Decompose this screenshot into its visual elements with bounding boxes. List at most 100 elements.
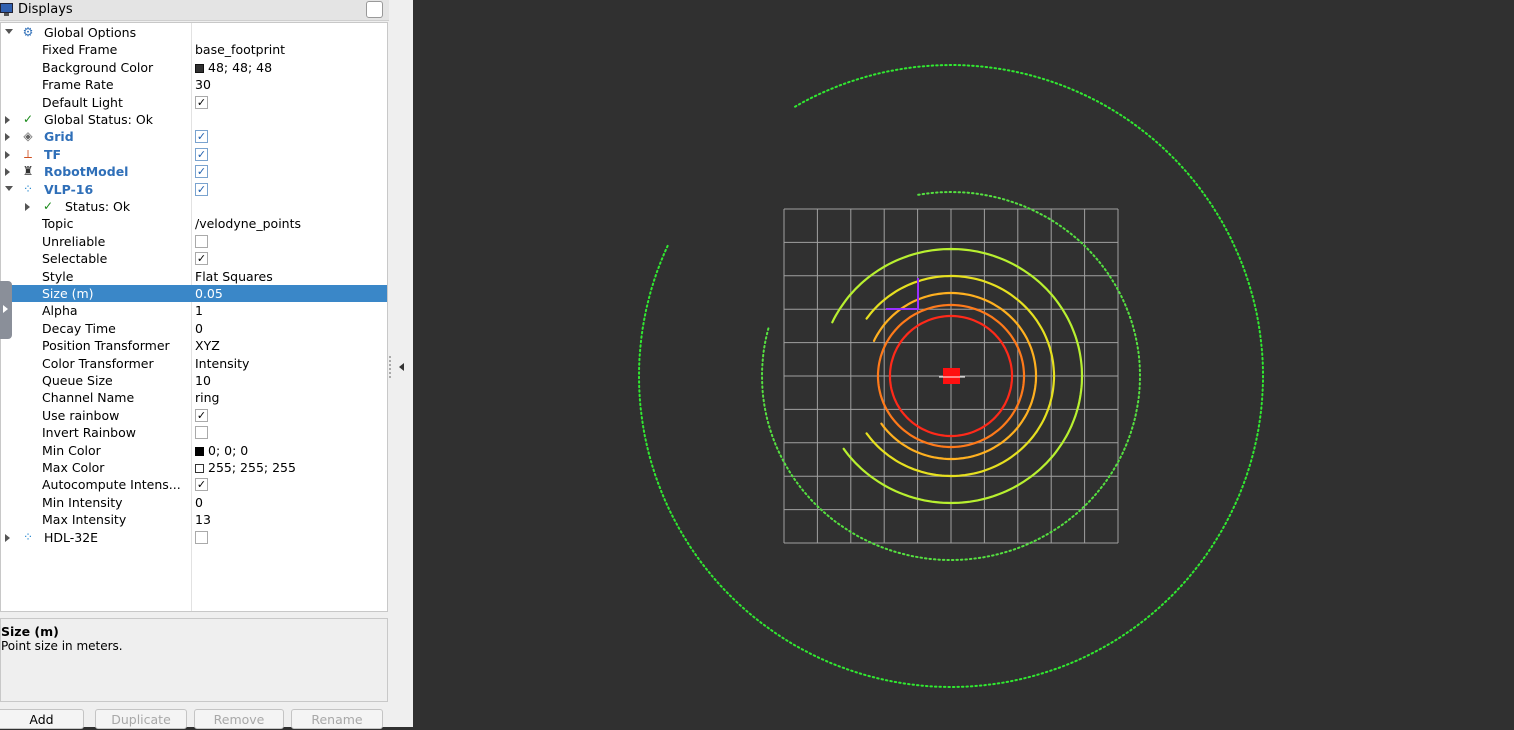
tree-row[interactable]: Min Intensity 0 xyxy=(1,494,387,511)
property-checkbox[interactable]: ✓ xyxy=(195,147,208,161)
tree-row[interactable]: Frame Rate 30 xyxy=(1,76,387,93)
panel-splitter[interactable] xyxy=(389,0,413,727)
tree-row[interactable]: Max Color 255; 255; 255 xyxy=(1,459,387,476)
tree-row[interactable]: ⁘ VLP-16 ✓ xyxy=(1,181,387,198)
expand-closed-icon[interactable] xyxy=(5,116,10,124)
property-value[interactable]: 10 xyxy=(195,373,211,388)
property-checkbox[interactable]: ✓ xyxy=(195,95,208,109)
property-label: Channel Name xyxy=(42,390,135,406)
property-value[interactable]: 0 xyxy=(195,321,203,336)
property-value[interactable]: Flat Squares xyxy=(195,269,273,284)
property-label: Style xyxy=(42,268,74,284)
property-value[interactable]: /velodyne_points xyxy=(195,216,301,231)
description-text: Point size in meters. xyxy=(1,639,123,653)
tree-row[interactable]: Invert Rainbow xyxy=(1,424,387,441)
duplicate-button[interactable]: Duplicate xyxy=(95,709,187,729)
tree-row[interactable]: ✓ Status: Ok xyxy=(1,198,387,215)
grid-icon: ◈ xyxy=(23,129,33,144)
remove-button[interactable]: Remove xyxy=(194,709,284,729)
property-value-text: 30 xyxy=(195,77,211,93)
property-value[interactable]: 48; 48; 48 xyxy=(195,60,272,75)
property-value[interactable]: ring xyxy=(195,390,219,405)
property-label: Global Options xyxy=(44,25,137,40)
tree-row[interactable]: Size (m) 0.05 xyxy=(1,285,387,303)
tree-row[interactable]: Unreliable xyxy=(1,233,387,250)
property-value[interactable]: 0 xyxy=(195,495,203,510)
tree-row[interactable]: Position Transformer XYZ xyxy=(1,337,387,354)
property-label: Unreliable xyxy=(42,233,106,249)
property-label: Size (m) xyxy=(42,286,94,301)
property-value[interactable]: 0; 0; 0 xyxy=(195,443,248,458)
tree-row[interactable]: ✓ Global Status: Ok xyxy=(1,111,387,128)
rename-button[interactable]: Rename xyxy=(291,709,383,729)
property-value[interactable]: 1 xyxy=(195,303,203,318)
tree-row[interactable]: Queue Size 10 xyxy=(1,372,387,389)
tree-row[interactable]: Max Intensity 13 xyxy=(1,511,387,528)
tree-row[interactable]: Fixed Frame base_footprint xyxy=(1,41,387,58)
property-checkbox[interactable] xyxy=(195,426,208,440)
property-value[interactable]: XYZ xyxy=(195,338,220,353)
property-label: Global Status: Ok xyxy=(44,112,153,127)
tree-row[interactable]: Topic/velodyne_points xyxy=(1,215,387,232)
property-value[interactable]: Intensity xyxy=(195,356,249,371)
expand-closed-icon[interactable] xyxy=(25,203,30,211)
property-value[interactable]: 13 xyxy=(195,512,211,527)
tree-row[interactable]: Decay Time 0 xyxy=(1,320,387,337)
property-label: Min Color xyxy=(42,442,101,458)
property-checkbox[interactable] xyxy=(195,530,208,544)
property-value[interactable]: 30 xyxy=(195,77,211,92)
expand-open-icon[interactable] xyxy=(5,185,13,191)
pointcloud-icon: ⁘ xyxy=(22,181,34,196)
tree-row[interactable]: Background Color 48; 48; 48 xyxy=(1,59,387,76)
property-checkbox[interactable]: ✓ xyxy=(195,408,208,422)
property-checkbox[interactable]: ✓ xyxy=(195,165,208,179)
tree-row[interactable]: ⟂ TF ✓ xyxy=(1,146,387,163)
tree-row[interactable]: ◈ Grid ✓ xyxy=(1,128,387,145)
tree-row[interactable]: Autocompute Intens... ✓ xyxy=(1,476,387,493)
expand-closed-icon[interactable] xyxy=(5,150,10,159)
property-label: Grid xyxy=(44,129,74,145)
property-label: Invert Rainbow xyxy=(42,425,136,441)
property-label: Position Transformer xyxy=(42,338,170,354)
tree-row[interactable]: Style Flat Squares xyxy=(1,268,387,285)
tool-properties-handle[interactable] xyxy=(0,281,12,339)
property-label: Default Light xyxy=(42,94,123,110)
collapse-arrow-icon[interactable] xyxy=(399,363,404,371)
3d-render-view[interactable] xyxy=(413,0,1514,727)
expand-closed-icon[interactable] xyxy=(5,168,10,177)
property-checkbox[interactable] xyxy=(195,234,208,248)
property-value[interactable]: 0.05 xyxy=(195,286,223,301)
property-label: Decay Time xyxy=(42,320,116,336)
tree-row[interactable]: ♜ RobotModel ✓ xyxy=(1,163,387,180)
undock-button[interactable] xyxy=(366,1,383,18)
property-value[interactable]: 255; 255; 255 xyxy=(195,460,296,475)
property-label: Fixed Frame xyxy=(42,42,118,58)
display-tree[interactable]: ⚙ Global Options Fixed Frame base_footprint… xyxy=(0,22,388,612)
tree-row[interactable]: Min Color 0; 0; 0 xyxy=(1,442,387,459)
property-label: Frame Rate xyxy=(42,77,114,93)
tree-row[interactable]: ⚙ Global Options xyxy=(1,24,387,41)
property-label: Selectable xyxy=(42,251,108,267)
tree-row[interactable]: Alpha 1 xyxy=(1,302,387,319)
point-cloud-scene[interactable] xyxy=(413,0,1514,727)
property-label: Max Color xyxy=(42,460,105,475)
property-checkbox[interactable]: ✓ xyxy=(195,130,208,144)
add-button[interactable]: Add xyxy=(0,709,84,729)
color-swatch xyxy=(195,464,204,473)
property-checkbox[interactable]: ✓ xyxy=(195,182,208,196)
tree-row[interactable]: ⁘ HDL-32E xyxy=(1,529,387,546)
property-value[interactable]: base_footprint xyxy=(195,42,285,57)
property-label: HDL-32E xyxy=(44,529,99,545)
tree-row[interactable]: Selectable ✓ xyxy=(1,250,387,267)
property-checkbox[interactable]: ✓ xyxy=(195,252,208,266)
displays-titlebar: Displays xyxy=(0,0,389,21)
expand-open-icon[interactable] xyxy=(5,29,13,34)
tree-row[interactable]: Use rainbow ✓ xyxy=(1,407,387,424)
property-checkbox[interactable]: ✓ xyxy=(195,478,208,492)
expand-closed-icon[interactable] xyxy=(5,133,10,142)
tree-row[interactable]: Default Light ✓ xyxy=(1,94,387,111)
expand-closed-icon[interactable] xyxy=(5,533,10,542)
tree-row[interactable]: Channel Name ring xyxy=(1,389,387,406)
property-label: TF xyxy=(44,146,62,162)
tree-row[interactable]: Color Transformer Intensity xyxy=(1,355,387,372)
